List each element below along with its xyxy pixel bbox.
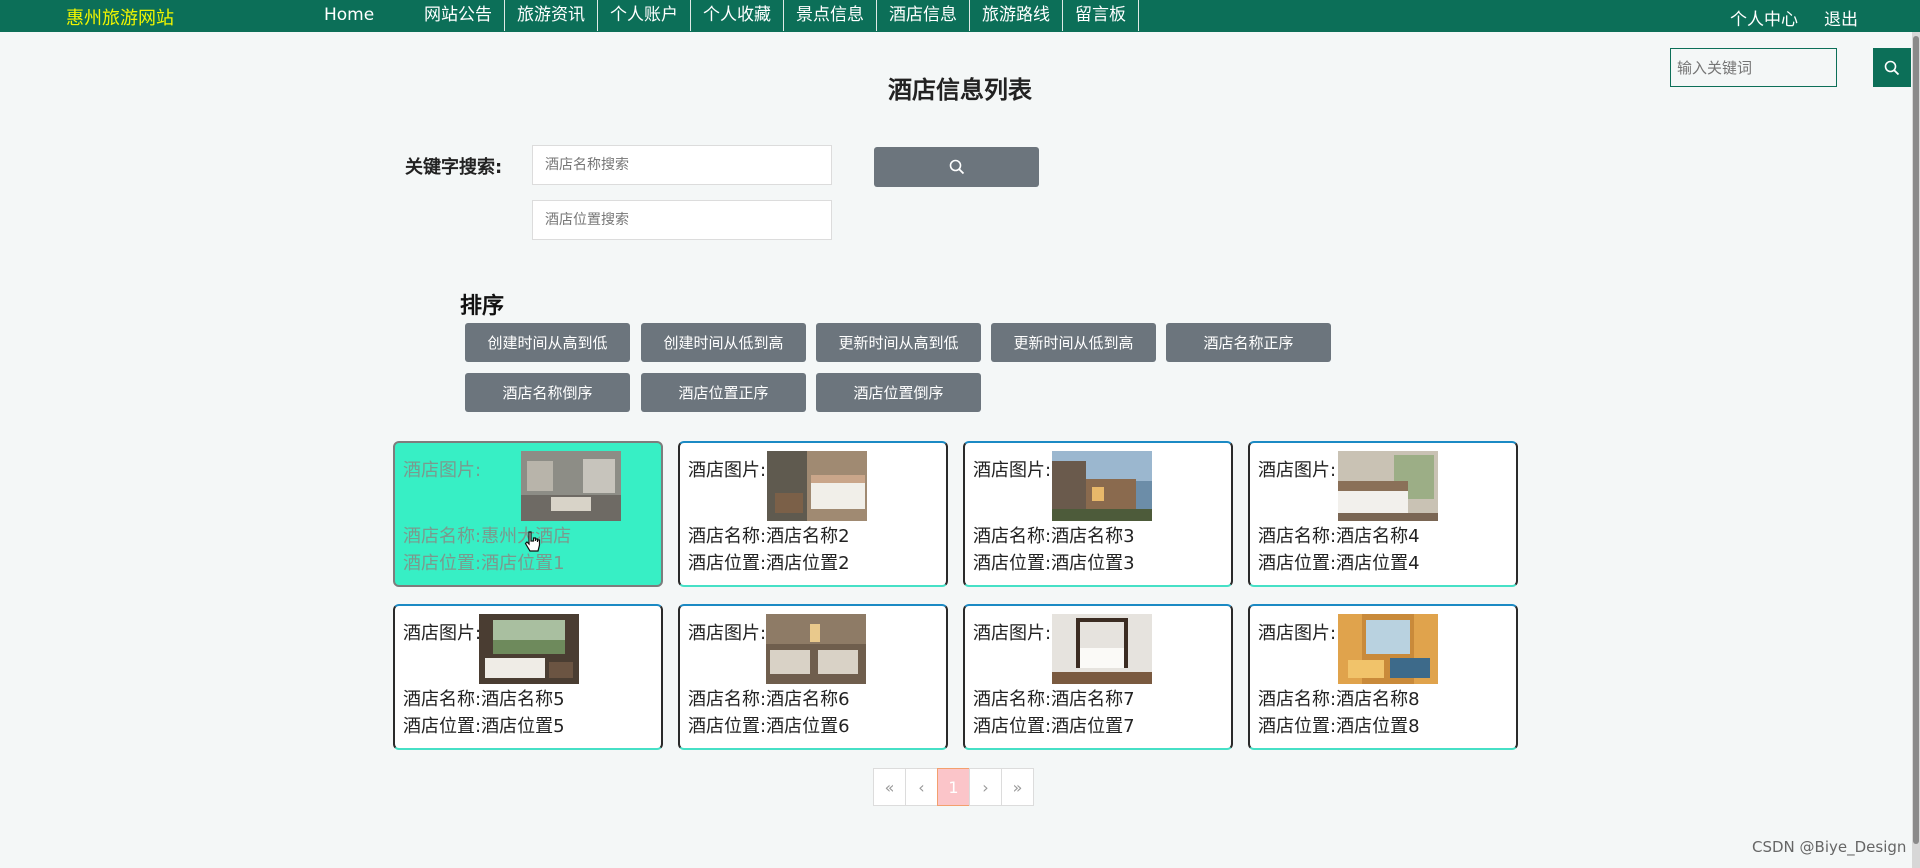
pagination: « ‹ 1 › » bbox=[873, 768, 1034, 806]
nav-item-account[interactable]: 个人账户 bbox=[598, 0, 691, 31]
hotel-location: 酒店位置:酒店位置2 bbox=[688, 553, 850, 574]
page-first[interactable]: « bbox=[873, 768, 906, 806]
nav-home[interactable]: Home bbox=[324, 5, 374, 25]
hotel-name: 酒店名称:酒店名称6 bbox=[688, 689, 850, 710]
page-next[interactable]: › bbox=[969, 768, 1002, 806]
hotel-name: 酒店名称:酒店名称5 bbox=[403, 689, 565, 710]
hotel-location: 酒店位置:酒店位置8 bbox=[1258, 716, 1420, 737]
nav-item-favorites[interactable]: 个人收藏 bbox=[691, 0, 784, 31]
hotel-location: 酒店位置:酒店位置3 bbox=[973, 553, 1135, 574]
hotel-photo bbox=[1052, 451, 1152, 521]
hotel-card[interactable]: 酒店图片: 酒店名称:酒店名称6 酒店位置:酒店位置6 bbox=[678, 604, 948, 750]
hotel-photo bbox=[479, 614, 579, 684]
hotel-photo bbox=[767, 451, 867, 521]
sort-created-asc-button[interactable]: 创建时间从低到高 bbox=[641, 323, 806, 362]
keyword-search-label: 关键字搜索: bbox=[405, 157, 503, 178]
hotel-location: 酒店位置:酒店位置4 bbox=[1258, 553, 1420, 574]
hotel-location: 酒店位置:酒店位置1 bbox=[403, 553, 565, 574]
hotel-photo bbox=[521, 451, 621, 521]
page-current[interactable]: 1 bbox=[937, 768, 970, 806]
hotel-photo bbox=[766, 614, 866, 684]
hotel-name-search-input[interactable] bbox=[532, 145, 832, 185]
search-icon bbox=[949, 159, 964, 175]
hotel-name: 酒店名称:酒店名称4 bbox=[1258, 526, 1420, 547]
hotel-image-label: 酒店图片: bbox=[688, 623, 767, 644]
hotel-name: 酒店名称:酒店名称8 bbox=[1258, 689, 1420, 710]
hotel-image-label: 酒店图片: bbox=[403, 623, 482, 644]
hotel-location: 酒店位置:酒店位置5 bbox=[403, 716, 565, 737]
watermark: CSDN @Biye_Design bbox=[1752, 838, 1907, 856]
hotel-location: 酒店位置:酒店位置6 bbox=[688, 716, 850, 737]
sort-updated-desc-button[interactable]: 更新时间从高到低 bbox=[816, 323, 981, 362]
top-nav: 惠州旅游网站 Home 网站公告 旅游资讯 个人账户 个人收藏 景点信息 酒店信… bbox=[0, 0, 1920, 32]
hotel-image-label: 酒店图片: bbox=[403, 460, 482, 481]
hotel-name: 酒店名称:酒店名称7 bbox=[973, 689, 1135, 710]
hotel-photo bbox=[1338, 614, 1438, 684]
site-brand[interactable]: 惠州旅游网站 bbox=[66, 4, 174, 30]
nav-user-center[interactable]: 个人中心 bbox=[1730, 5, 1798, 30]
sort-created-desc-button[interactable]: 创建时间从高到低 bbox=[465, 323, 630, 362]
search-button[interactable] bbox=[874, 147, 1039, 187]
hotel-card[interactable]: 酒店图片: 酒店名称:酒店名称4 酒店位置:酒店位置4 bbox=[1248, 441, 1518, 587]
hotel-image-label: 酒店图片: bbox=[688, 460, 767, 481]
hotel-photo bbox=[1052, 614, 1152, 684]
nav-item-travel-news[interactable]: 旅游资讯 bbox=[505, 0, 598, 31]
nav-logout[interactable]: 退出 bbox=[1824, 5, 1858, 30]
hotel-card[interactable]: 酒店图片: 酒店名称:酒店名称5 酒店位置:酒店位置5 bbox=[393, 604, 663, 750]
nav-menu: 网站公告 旅游资讯 个人账户 个人收藏 景点信息 酒店信息 旅游路线 留言板 bbox=[412, 0, 1139, 31]
nav-item-attractions[interactable]: 景点信息 bbox=[784, 0, 877, 31]
hotel-name: 酒店名称:酒店名称3 bbox=[973, 526, 1135, 547]
nav-item-guestbook[interactable]: 留言板 bbox=[1063, 0, 1139, 31]
page-prev[interactable]: ‹ bbox=[905, 768, 938, 806]
scrollbar-thumb[interactable] bbox=[1913, 36, 1919, 844]
sort-location-desc-button[interactable]: 酒店位置倒序 bbox=[816, 373, 981, 412]
page-last[interactable]: » bbox=[1001, 768, 1034, 806]
nav-item-routes[interactable]: 旅游路线 bbox=[970, 0, 1063, 31]
nav-item-announcements[interactable]: 网站公告 bbox=[412, 0, 505, 31]
hotel-photo bbox=[1338, 451, 1438, 521]
sort-title: 排序 bbox=[460, 294, 505, 319]
sort-name-desc-button[interactable]: 酒店名称倒序 bbox=[465, 373, 630, 412]
hotel-card[interactable]: 酒店图片: 酒店名称:酒店名称3 酒店位置:酒店位置3 bbox=[963, 441, 1233, 587]
hotel-location: 酒店位置:酒店位置7 bbox=[973, 716, 1135, 737]
hotel-name: 酒店名称:酒店名称2 bbox=[688, 526, 850, 547]
hand-cursor-icon bbox=[524, 531, 541, 552]
page-title: 酒店信息列表 bbox=[888, 76, 1032, 104]
hotel-image-label: 酒店图片: bbox=[973, 460, 1052, 481]
hotel-image-label: 酒店图片: bbox=[1258, 460, 1337, 481]
sort-name-asc-button[interactable]: 酒店名称正序 bbox=[1166, 323, 1331, 362]
sort-updated-asc-button[interactable]: 更新时间从低到高 bbox=[991, 323, 1156, 362]
hotel-image-label: 酒店图片: bbox=[973, 623, 1052, 644]
sort-location-asc-button[interactable]: 酒店位置正序 bbox=[641, 373, 806, 412]
hotel-card[interactable]: 酒店图片: 酒店名称:酒店名称2 酒店位置:酒店位置2 bbox=[678, 441, 948, 587]
nav-right: 个人中心 退出 bbox=[1730, 5, 1858, 30]
hotel-card[interactable]: 酒店图片: 酒店名称:酒店名称7 酒店位置:酒店位置7 bbox=[963, 604, 1233, 750]
hotel-card[interactable]: 酒店图片: 酒店名称:酒店名称8 酒店位置:酒店位置8 bbox=[1248, 604, 1518, 750]
hotel-image-label: 酒店图片: bbox=[1258, 623, 1337, 644]
nav-item-hotels[interactable]: 酒店信息 bbox=[877, 0, 970, 31]
hotel-card[interactable]: 酒店图片: 酒店名称:惠州大酒店 酒店位置:酒店位置1 bbox=[393, 441, 663, 587]
hotel-location-search-input[interactable] bbox=[532, 200, 832, 240]
